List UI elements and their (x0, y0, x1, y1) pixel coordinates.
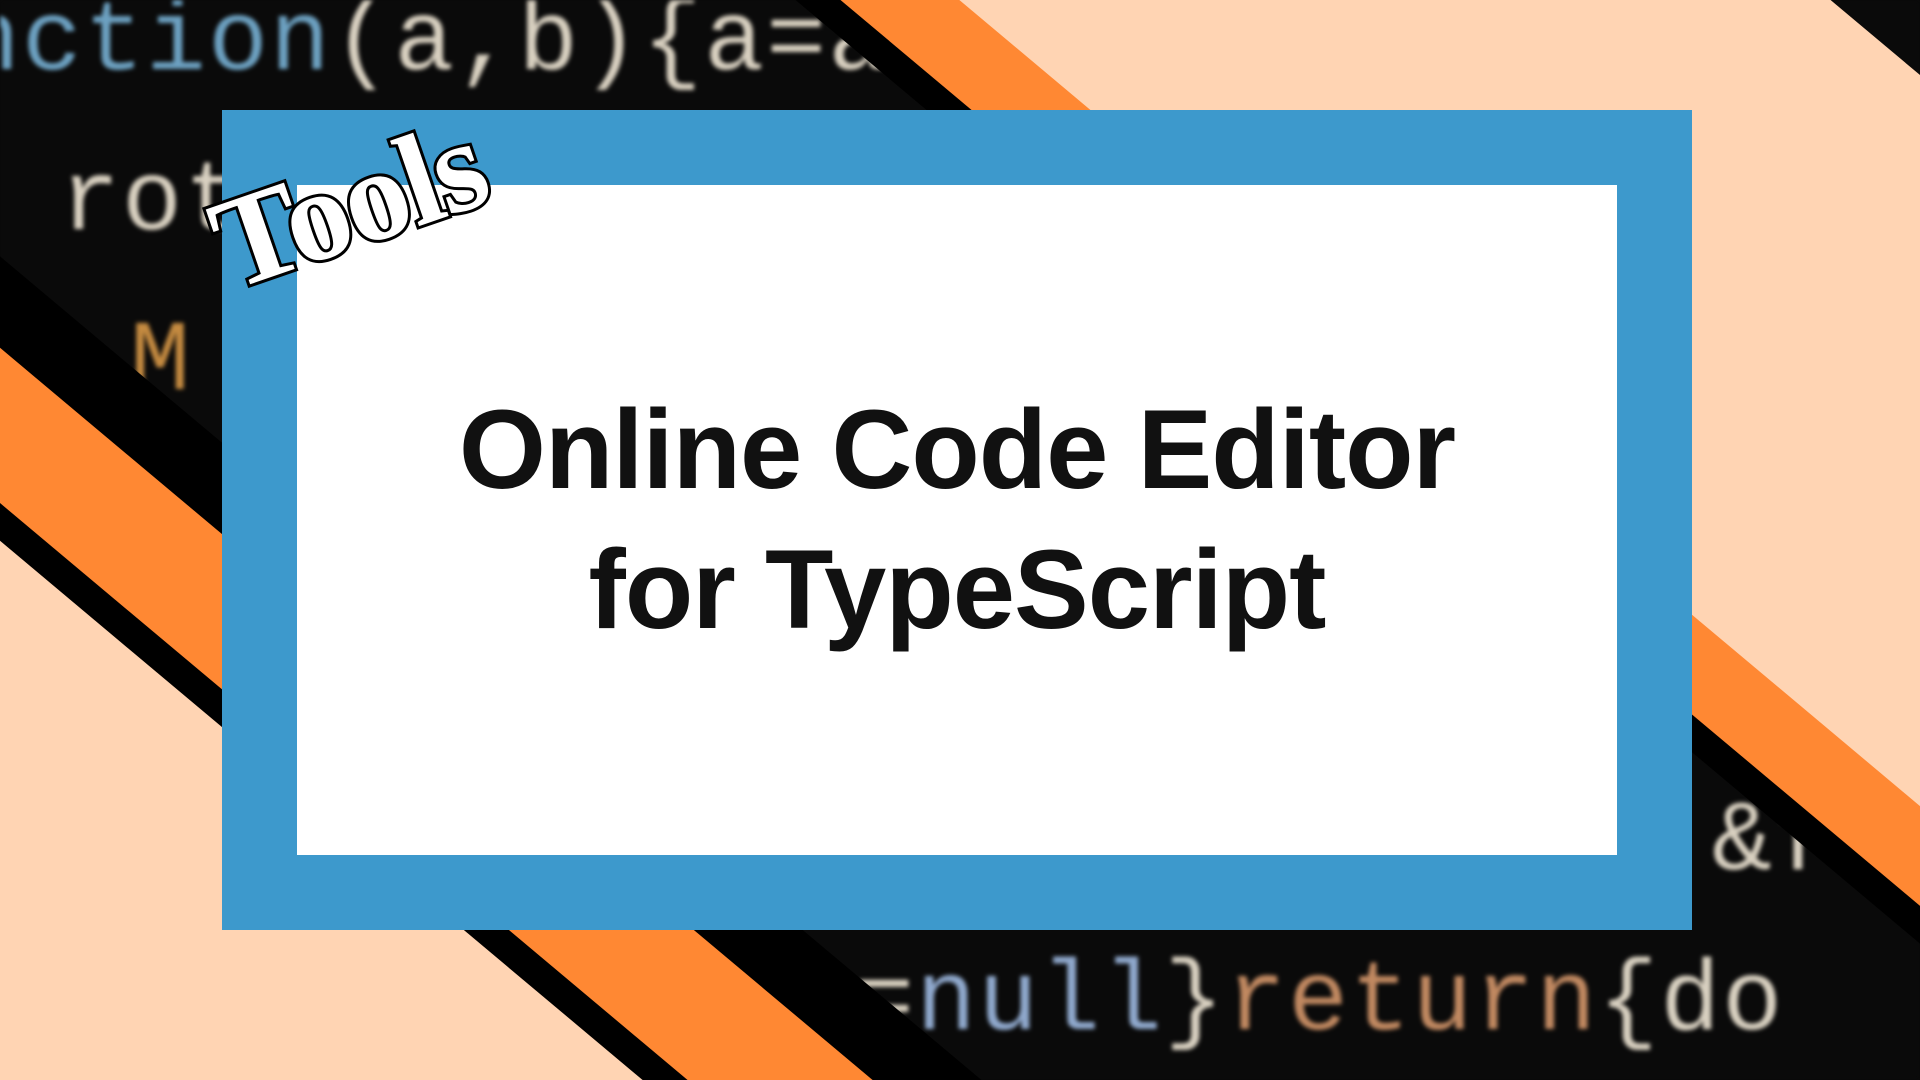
title-card-inner: Online Code Editor for TypeScript (297, 185, 1617, 855)
title-line-2: for TypeScript (459, 520, 1455, 660)
title-line-1: Online Code Editor (459, 380, 1455, 520)
main-title: Online Code Editor for TypeScript (459, 380, 1455, 660)
